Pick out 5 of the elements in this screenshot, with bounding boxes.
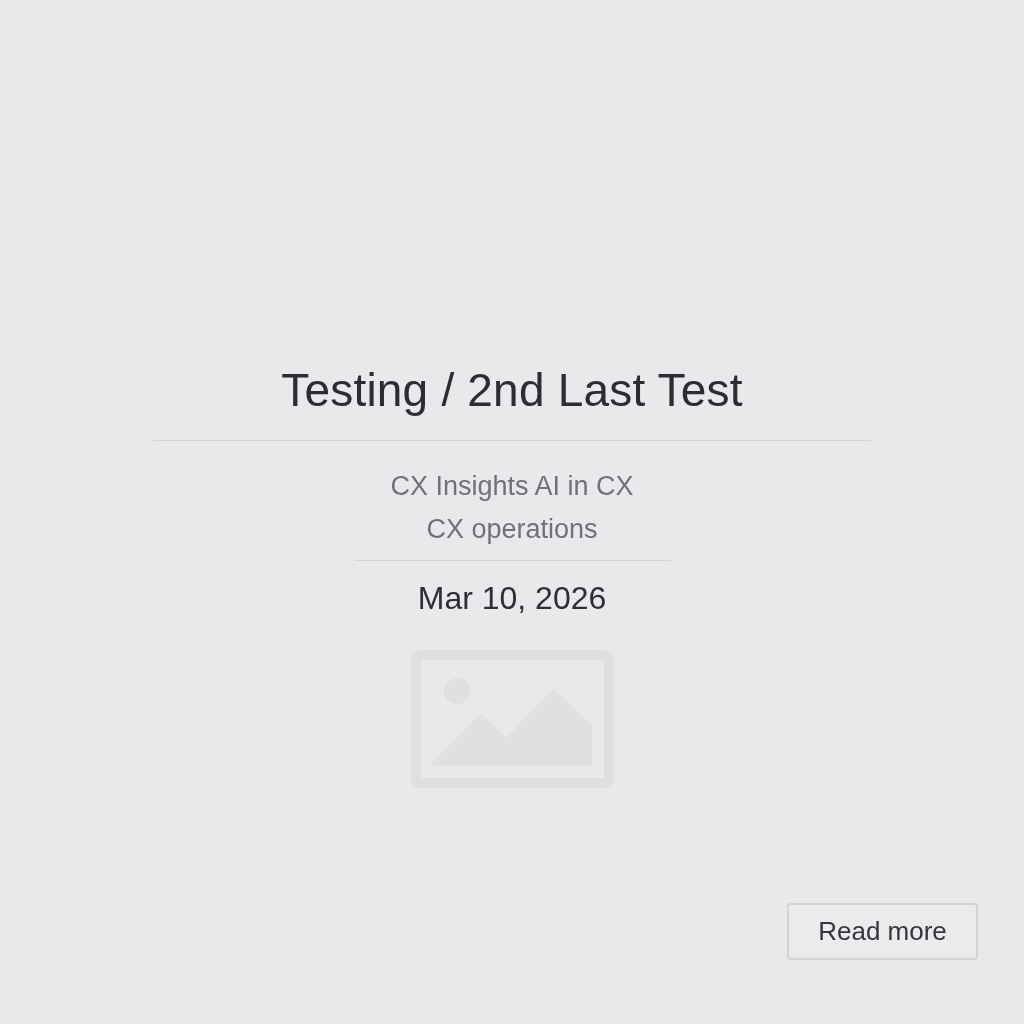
publish-date: Mar 10, 2026 [417, 579, 607, 617]
read-more-button[interactable]: Read more [787, 903, 978, 960]
article-title: Testing / 2nd Last Test [281, 363, 743, 418]
subtitle-line: CX Insights AI in CX [390, 470, 634, 503]
subtitle-line: CX operations [426, 513, 598, 546]
